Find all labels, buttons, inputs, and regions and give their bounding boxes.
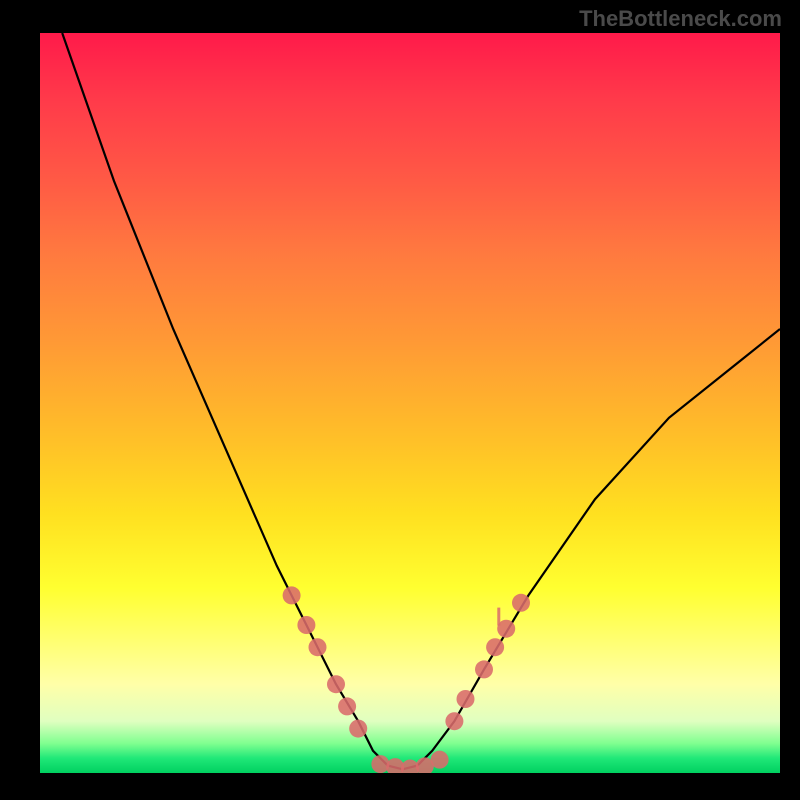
watermark-text: TheBottleneck.com bbox=[579, 6, 782, 32]
data-marker bbox=[338, 697, 356, 715]
data-marker bbox=[309, 638, 327, 656]
data-marker bbox=[297, 616, 315, 634]
data-marker bbox=[431, 751, 449, 769]
data-marker bbox=[486, 638, 504, 656]
curve-svg bbox=[40, 33, 780, 773]
data-marker bbox=[283, 586, 301, 604]
data-marker bbox=[349, 720, 367, 738]
data-marker bbox=[475, 660, 493, 678]
data-marker bbox=[445, 712, 463, 730]
bottleneck-curve bbox=[62, 33, 780, 769]
data-marker bbox=[512, 594, 530, 612]
data-marker bbox=[371, 755, 389, 773]
chart-container: TheBottleneck.com bbox=[0, 0, 800, 800]
data-marker bbox=[457, 690, 475, 708]
data-marker bbox=[327, 675, 345, 693]
markers-bottom bbox=[371, 751, 448, 773]
curve-group bbox=[62, 33, 780, 773]
